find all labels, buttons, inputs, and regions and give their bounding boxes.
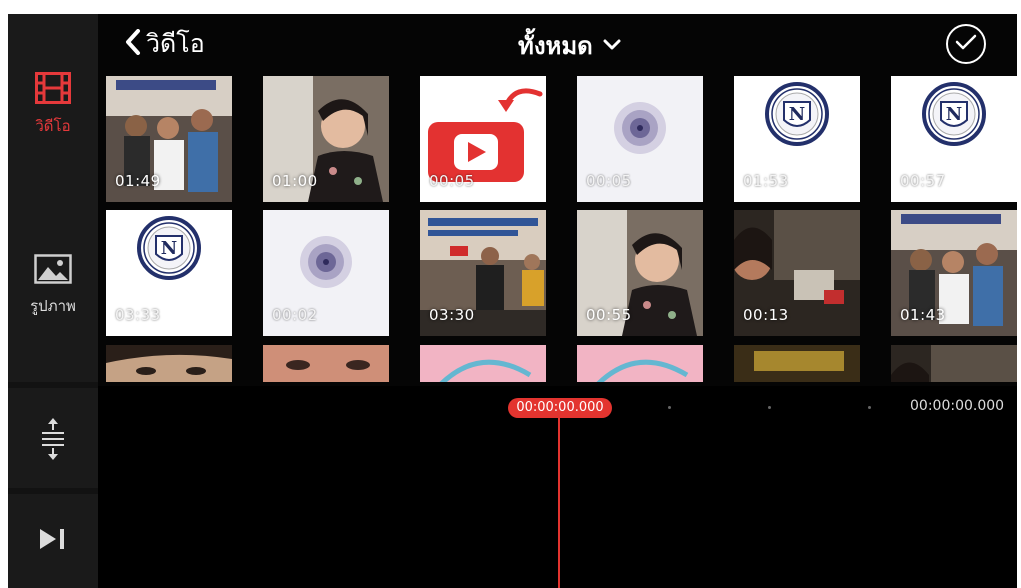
- tab-photo-label: รูปภาพ: [30, 297, 76, 315]
- expand-vertical-icon: [40, 416, 66, 466]
- thumbnail-duration: 00:57: [900, 172, 946, 190]
- media-thumbnail[interactable]: N 03:33: [106, 210, 232, 336]
- media-thumbnail[interactable]: 00:05: [577, 76, 703, 202]
- back-label: วิดีโอ: [146, 29, 205, 58]
- thumbnail-duration: 00:05: [586, 172, 632, 190]
- thumbnail-duration: 00:55: [586, 306, 632, 324]
- playhead[interactable]: [558, 416, 560, 588]
- svg-text:N: N: [946, 104, 962, 125]
- image-icon: [34, 254, 72, 288]
- expand-button[interactable]: [8, 416, 98, 466]
- film-icon: [35, 72, 71, 108]
- chevron-down-icon: [603, 36, 621, 55]
- thumbnail-duration: 03:30: [429, 306, 475, 324]
- thumbnail-duration: 01:53: [743, 172, 789, 190]
- media-thumbnail[interactable]: 00:13: [734, 210, 860, 336]
- thumbnail-duration: 00:05: [429, 172, 475, 190]
- tab-video-label: วิดีโอ: [35, 117, 71, 135]
- thumbnail-duration: 00:02: [272, 306, 318, 324]
- thumbnail-duration: 00:13: [743, 306, 789, 324]
- total-duration: 00:00:00.000: [910, 398, 1005, 414]
- media-thumbnail[interactable]: 01:49: [106, 76, 232, 202]
- media-thumbnail[interactable]: [734, 345, 860, 382]
- confirm-button[interactable]: [946, 24, 986, 64]
- skip-to-end-button[interactable]: [8, 528, 98, 554]
- thumbnail-duration: 01:43: [900, 306, 946, 324]
- media-thumbnail[interactable]: [891, 345, 1017, 382]
- media-grid: 01:49 01:00 00:05 00:05 N 01:53 N 00:57 N 03:33 00…: [106, 76, 1017, 382]
- video-picker-screen: วิดีโอ รูปภาพ วิดีโอ ทั้งหมด 01:49 01:00…: [8, 14, 1017, 588]
- media-thumbnail[interactable]: 01:00: [263, 76, 389, 202]
- skip-forward-icon: [38, 528, 68, 554]
- tab-video[interactable]: วิดีโอ: [8, 72, 98, 138]
- check-icon: [955, 34, 977, 54]
- album-title: ทั้งหมด: [518, 32, 593, 60]
- album-dropdown[interactable]: ทั้งหมด: [518, 26, 621, 65]
- media-thumbnail[interactable]: [263, 345, 389, 382]
- timeline: 00:00:00.000 00:00:00.000: [98, 386, 1017, 588]
- tab-photo[interactable]: รูปภาพ: [8, 254, 98, 318]
- media-thumbnail[interactable]: [106, 345, 232, 382]
- timeline-tick: [768, 406, 771, 409]
- media-thumbnail[interactable]: [577, 345, 703, 382]
- media-thumbnail[interactable]: [420, 345, 546, 382]
- media-thumbnail[interactable]: N 00:57: [891, 76, 1017, 202]
- media-thumbnail[interactable]: 00:02: [263, 210, 389, 336]
- thumbnail-duration: 01:00: [272, 172, 318, 190]
- back-button[interactable]: วิดีโอ: [124, 24, 205, 64]
- media-type-panel: [8, 14, 98, 382]
- media-thumbnail[interactable]: 03:30: [420, 210, 546, 336]
- left-sidebar: วิดีโอ รูปภาพ: [8, 14, 98, 588]
- media-thumbnail[interactable]: 00:55: [577, 210, 703, 336]
- thumbnail-duration: 03:33: [115, 306, 161, 324]
- top-bar: วิดีโอ ทั้งหมด: [98, 14, 1017, 72]
- media-thumbnail[interactable]: 01:43: [891, 210, 1017, 336]
- thumbnail-duration: 01:49: [115, 172, 161, 190]
- timeline-tick: [668, 406, 671, 409]
- timeline-tick: [868, 406, 871, 409]
- svg-text:N: N: [161, 238, 177, 259]
- playhead-time: 00:00:00.000: [508, 398, 612, 418]
- svg-text:N: N: [789, 104, 805, 125]
- chevron-left-icon: [124, 29, 142, 59]
- media-thumbnail[interactable]: N 01:53: [734, 76, 860, 202]
- media-thumbnail[interactable]: 00:05: [420, 76, 546, 202]
